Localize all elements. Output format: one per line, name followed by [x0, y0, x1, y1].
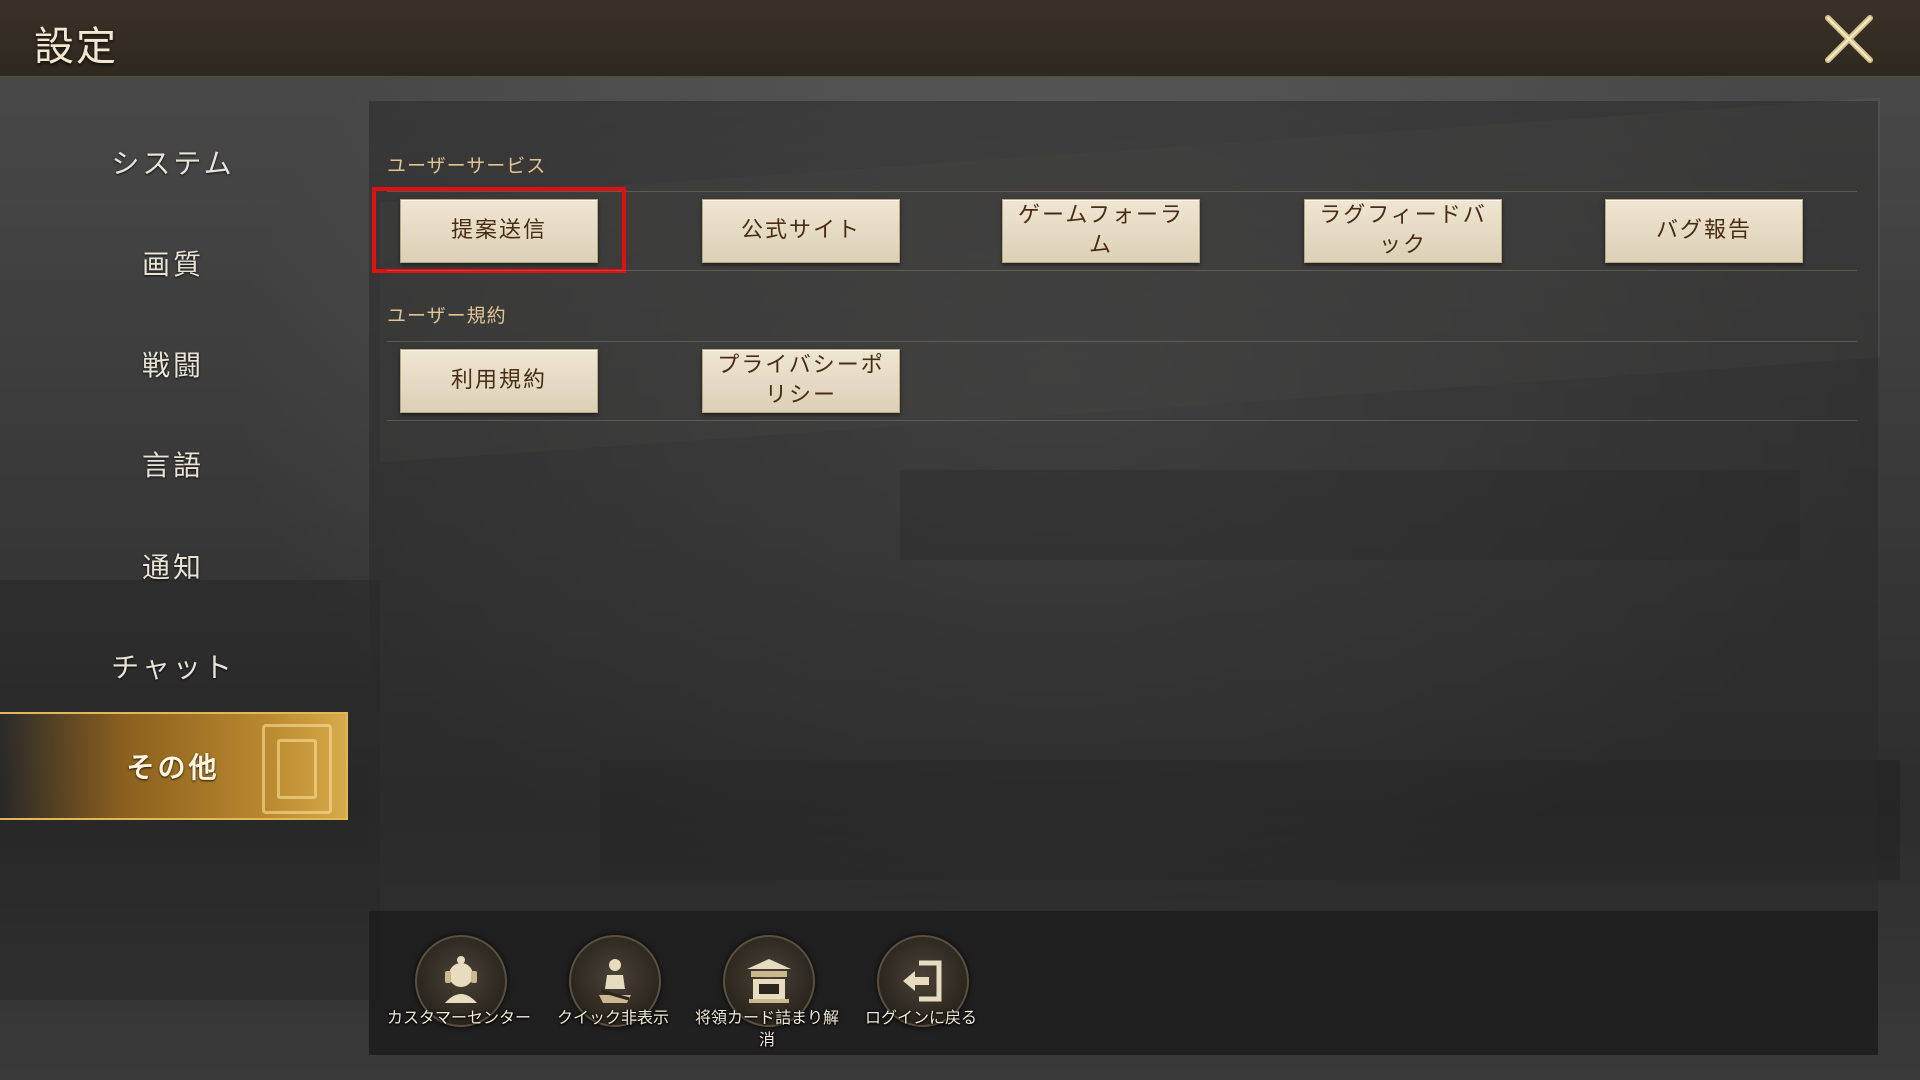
- bug-report-button[interactable]: バグ報告: [1605, 199, 1803, 263]
- bottom-item-label: 将領カード詰まり解消: [694, 1008, 839, 1049]
- divider: [387, 341, 1857, 342]
- ornament-pattern-icon: [262, 724, 332, 814]
- section-label-user-terms: ユーザー規約: [387, 305, 507, 327]
- page-title: 設定: [34, 24, 118, 70]
- sidebar-item-label: 通知: [141, 551, 204, 584]
- bottom-item-label: クイック非表示: [556, 1008, 669, 1027]
- customer-center-button[interactable]: カスタマーセンター: [385, 935, 533, 1051]
- lag-feedback-button[interactable]: ラグフィードバック: [1304, 199, 1502, 263]
- sidebar-item-language[interactable]: 言語: [0, 414, 346, 514]
- quick-hide-button[interactable]: クイック非表示: [539, 935, 687, 1051]
- header-bar: 設定: [0, 0, 1920, 77]
- sidebar-item-system[interactable]: システム: [0, 112, 346, 212]
- sidebar-item-label: その他: [126, 751, 220, 784]
- sidebar-item-label: システム: [111, 147, 235, 180]
- terms-of-use-button[interactable]: 利用規約: [400, 349, 598, 413]
- bottom-item-label: カスタマーセンター: [386, 1008, 531, 1027]
- bottom-item-label: ログインに戻る: [864, 1008, 977, 1027]
- sidebar-item-label: 画質: [141, 248, 204, 281]
- return-to-login-button[interactable]: ログインに戻る: [847, 935, 995, 1051]
- bottom-action-bar: カスタマーセンター クイック非表示 将領カード詰まり解消 ログインに戻る: [369, 911, 1878, 1055]
- close-button[interactable]: [1822, 12, 1876, 66]
- section-label-user-service: ユーザーサービス: [387, 155, 547, 177]
- sidebar-item-chat[interactable]: チャット: [0, 616, 346, 716]
- general-card-unstuck-button[interactable]: 将領カード詰まり解消: [693, 935, 841, 1051]
- send-suggestion-button[interactable]: 提案送信: [400, 199, 598, 263]
- sidebar-item-battle[interactable]: 戦闘: [0, 314, 346, 414]
- close-crossed-swords-icon: [1825, 15, 1873, 63]
- game-forum-button[interactable]: ゲームフォーラム: [1002, 199, 1200, 263]
- settings-content-panel: ユーザーサービス 提案送信 公式サイト ゲームフォーラム ラグフィードバック バ…: [369, 101, 1878, 911]
- divider: [387, 270, 1857, 271]
- sidebar-item-notifications[interactable]: 通知: [0, 516, 346, 616]
- sidebar-item-graphics[interactable]: 画質: [0, 213, 346, 313]
- sidebar-item-label: 戦闘: [141, 349, 204, 382]
- settings-sidebar: システム 画質 戦闘 言語 通知 チャット その他: [0, 80, 348, 1080]
- sidebar-item-label: 言語: [141, 449, 204, 482]
- privacy-policy-button[interactable]: プライバシーポリシー: [702, 349, 900, 413]
- divider: [387, 420, 1857, 421]
- official-site-button[interactable]: 公式サイト: [702, 199, 900, 263]
- sidebar-item-other[interactable]: その他: [0, 712, 348, 820]
- sidebar-item-label: チャット: [111, 651, 235, 684]
